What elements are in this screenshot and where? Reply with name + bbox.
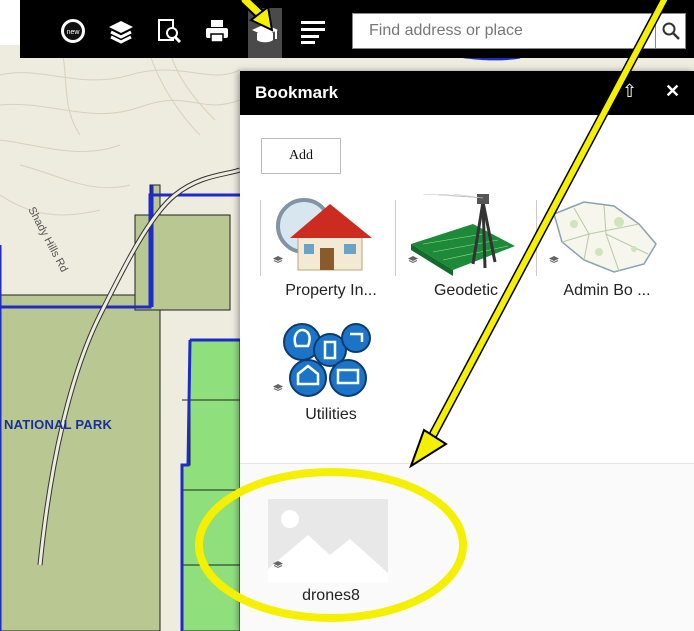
bookmark-thumbnail [268,499,388,583]
bookmark-separator [536,200,537,276]
close-icon[interactable]: ✕ [665,81,680,102]
panel-title: Bookmark [255,83,339,102]
layer-indicator-icon [549,256,559,264]
bookmark-button[interactable] [248,8,282,58]
bookmark-label: drones8 [302,587,360,604]
new-icon: new [61,19,85,43]
bookmark-item[interactable]: drones8 [260,499,388,615]
search-box [352,13,656,49]
list-button[interactable] [296,14,330,48]
park-label: NATIONAL PARK [4,417,113,432]
utilities-icon [283,323,371,397]
add-bookmark-button[interactable]: Add [261,138,341,174]
panel-header: Bookmark ⇧ ✕ [240,71,694,115]
image-placeholder-icon [268,499,388,583]
house-magnifier-icon [276,198,372,271]
bookmark-item[interactable]: Admin Bo ... [536,194,664,310]
bookmark-panel: Bookmark ⇧ ✕ Add Property In... Geodetic… [240,71,694,631]
survey-tripod-icon [411,194,515,276]
query-button[interactable] [152,14,186,48]
bookmark-label: Admin Bo ... [563,282,651,299]
bookmark-label: Geodetic [433,282,499,299]
bookmark-item[interactable]: Property In... [260,194,388,310]
query-icon [158,19,182,44]
search-icon [662,22,680,40]
print-icon [206,20,228,43]
bookmark-icon [252,24,278,43]
bookmark-label: Property In... [285,282,377,299]
bookmark-thumbnail [403,194,523,278]
admin-map-icon [553,201,657,273]
bookmark-separator [395,200,396,276]
search-input[interactable] [353,14,653,48]
collapse-icon[interactable]: ⇧ [622,81,637,102]
list-icon [301,21,325,44]
bookmark-label: Utilities [305,406,357,423]
bookmark-thumbnail [544,194,664,278]
layer-indicator-icon [273,256,283,264]
bookmark-thumbnail [268,318,388,402]
bookmark-thumbnail [268,194,388,278]
search-button[interactable] [656,13,686,49]
svg-text:new: new [67,29,81,36]
layers-button[interactable] [104,14,138,48]
layers-icon [109,21,133,44]
layer-indicator-icon [273,561,283,569]
print-button[interactable] [200,14,234,48]
app-frame: NATIONAL PARK Shady Hills Rd new Find ad… [0,0,694,631]
new-button[interactable]: new [56,14,90,48]
bookmark-item[interactable]: Utilities [260,318,388,434]
bookmark-separator [260,200,261,276]
bookmark-item[interactable]: Geodetic [395,194,523,310]
layer-indicator-icon [408,256,418,264]
layer-indicator-icon [273,384,283,392]
